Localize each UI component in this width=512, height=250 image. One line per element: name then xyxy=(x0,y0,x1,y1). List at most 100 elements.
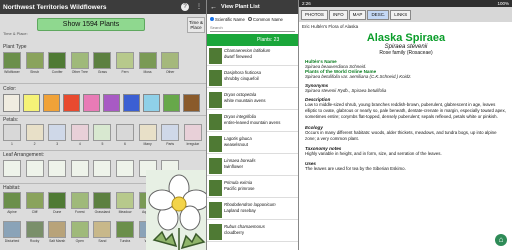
common-name-title: Alaska Spiraea xyxy=(366,32,446,44)
plant-list-item[interactable]: Rubus chamaemorus cloudberry xyxy=(207,222,298,242)
habitat-thumb[interactable] xyxy=(116,221,134,238)
plant-list-item[interactable]: Dryas integrifolia entire-leaved mountain… xyxy=(207,112,298,132)
tab-description[interactable]: DESC. xyxy=(367,9,390,20)
leaf-arrangement-thumb[interactable] xyxy=(3,160,21,177)
time-place-button[interactable]: Time & Place xyxy=(187,17,205,33)
plant-thumbnail xyxy=(209,70,222,86)
common-name-radio[interactable]: Common Name xyxy=(247,17,283,22)
petal-count-thumb[interactable] xyxy=(48,124,67,141)
habitat-thumb[interactable] xyxy=(70,192,89,209)
plant-list-item[interactable]: Linnaea borealis twinflower xyxy=(207,156,298,176)
plant-type-label: Plant Type xyxy=(3,44,27,50)
plant-type-thumb[interactable] xyxy=(70,52,89,69)
leaf-arrangement-thumb[interactable] xyxy=(93,160,112,177)
habitat-thumb[interactable] xyxy=(116,192,134,209)
plant-thumbnail xyxy=(209,92,222,108)
plant-common-name: shrubby cinquefoil xyxy=(224,76,259,81)
petal-count-thumb[interactable] xyxy=(116,124,134,141)
show-plants-button[interactable]: Show 1594 Plants xyxy=(37,18,145,31)
overflow-menu-icon[interactable]: ⋮ xyxy=(195,3,203,11)
habitat-thumb[interactable] xyxy=(93,192,112,209)
leaf-arrangement-thumb[interactable] xyxy=(116,160,134,177)
color-swatch[interactable] xyxy=(43,94,60,112)
plant-search-input[interactable]: Search xyxy=(210,24,295,32)
plant-type-thumb[interactable] xyxy=(3,52,21,69)
status-bar: 2:26 100% xyxy=(299,0,512,7)
habitat-thumb[interactable] xyxy=(25,221,44,238)
synonyms-value: Spiraea stevenii Rydb., Spiraea betulifo… xyxy=(305,88,387,93)
tab-map[interactable]: MAP xyxy=(348,9,367,20)
plant-type-thumb[interactable] xyxy=(161,52,180,69)
plant-thumbnail xyxy=(209,158,222,174)
plant-list-item[interactable]: Lagotis glauca weaselsnout xyxy=(207,134,298,154)
plant-type-thumb[interactable] xyxy=(25,52,44,69)
habitat-label: Grassland xyxy=(94,210,111,214)
petals-label: Petals: xyxy=(3,117,19,123)
plant-common-name: twinflower xyxy=(224,164,244,169)
habitat-thumb[interactable] xyxy=(48,192,67,209)
habitat-thumb[interactable] xyxy=(25,192,44,209)
plant-list-item[interactable]: Dryas octopetala white mountain avens xyxy=(207,90,298,110)
habitat-thumb[interactable] xyxy=(3,192,21,209)
habitat-thumb[interactable] xyxy=(70,221,89,238)
habitat-thumb[interactable] xyxy=(48,221,67,238)
tab-photos[interactable]: PHOTOS xyxy=(301,9,328,20)
color-swatch[interactable] xyxy=(103,94,120,112)
habitat-label: Open xyxy=(75,239,84,243)
petal-count-label: 3 xyxy=(56,142,59,146)
plant-scientific-name: Linnaea borealis xyxy=(224,158,256,163)
tab-info[interactable]: INFO xyxy=(328,9,348,20)
petal-count-thumb[interactable] xyxy=(3,124,21,141)
color-swatch[interactable] xyxy=(123,94,140,112)
plant-list-panel: ← View Plant List Scientific Name Common… xyxy=(206,0,298,250)
plant-common-name: Lapland rosebay xyxy=(224,208,256,213)
plant-list-item[interactable]: Rhododendron lapponicum Lapland rosebay xyxy=(207,200,298,220)
leaf-arrangement-thumb[interactable] xyxy=(25,160,44,177)
color-swatch[interactable] xyxy=(63,94,80,112)
color-swatch[interactable] xyxy=(83,94,100,112)
plant-scientific-name: Dryas integrifolia xyxy=(224,114,257,119)
color-swatch[interactable] xyxy=(143,94,160,112)
leaf-arrangement-thumb[interactable] xyxy=(48,160,67,177)
habitat-thumb[interactable] xyxy=(3,221,21,238)
help-icon[interactable]: ? xyxy=(181,3,189,11)
plant-description-panel: 2:26 100% PHOTOS INFO MAP DESC. LINKS Er… xyxy=(298,0,512,250)
plant-type-thumb[interactable] xyxy=(93,52,112,69)
plant-common-name: weaselsnout xyxy=(224,142,248,147)
plant-list-title: View Plant List xyxy=(221,4,260,10)
petal-count-thumb[interactable] xyxy=(70,124,89,141)
petal-count-thumb[interactable] xyxy=(25,124,44,141)
petal-count-thumb[interactable] xyxy=(161,124,180,141)
plant-type-thumb[interactable] xyxy=(138,52,157,69)
plant-list-item[interactable]: Primula eximia Pacific primrose xyxy=(207,178,298,198)
status-time: 2:26 xyxy=(302,1,311,6)
plant-common-name: white mountain avens xyxy=(224,98,266,103)
petal-count-thumb[interactable] xyxy=(138,124,157,141)
plant-type-thumb[interactable] xyxy=(48,52,67,69)
plant-type-thumb[interactable] xyxy=(116,52,134,69)
petal-count-label: Parts xyxy=(166,142,175,146)
petal-count-thumb[interactable] xyxy=(183,124,202,141)
color-label: Color: xyxy=(3,86,17,92)
radio-selected-icon xyxy=(210,17,214,22)
back-arrow-icon[interactable]: ← xyxy=(210,4,217,11)
scientific-name-radio[interactable]: Scientific Name xyxy=(210,17,245,22)
home-fab-icon[interactable]: ⌂ xyxy=(495,234,507,246)
plant-common-name: cloudberry xyxy=(224,230,245,235)
filter-actions: Show 1594 Plants Time & Place Time & Pla… xyxy=(0,14,206,36)
plant-list-item[interactable]: Chamaenerion latifolium dwarf fireweed xyxy=(207,46,298,66)
habitat-label: Dune xyxy=(53,210,62,214)
color-swatch[interactable] xyxy=(183,94,200,112)
color-swatch[interactable] xyxy=(3,94,20,112)
plant-type-label: Grass xyxy=(97,70,107,74)
petal-count-label: 4 xyxy=(78,142,81,146)
habitat-thumb[interactable] xyxy=(93,221,112,238)
petal-count-thumb[interactable] xyxy=(93,124,112,141)
leaf-arrangement-thumb[interactable] xyxy=(70,160,89,177)
tab-links[interactable]: LINKS xyxy=(390,9,412,20)
color-swatch[interactable] xyxy=(23,94,40,112)
color-swatch[interactable] xyxy=(163,94,180,112)
plant-scientific-name: Chamaenerion latifolium xyxy=(224,48,271,53)
plant-list-item[interactable]: Dasiphora fruticosa shrubby cinquefoil xyxy=(207,68,298,88)
flower-illustration xyxy=(146,170,212,250)
